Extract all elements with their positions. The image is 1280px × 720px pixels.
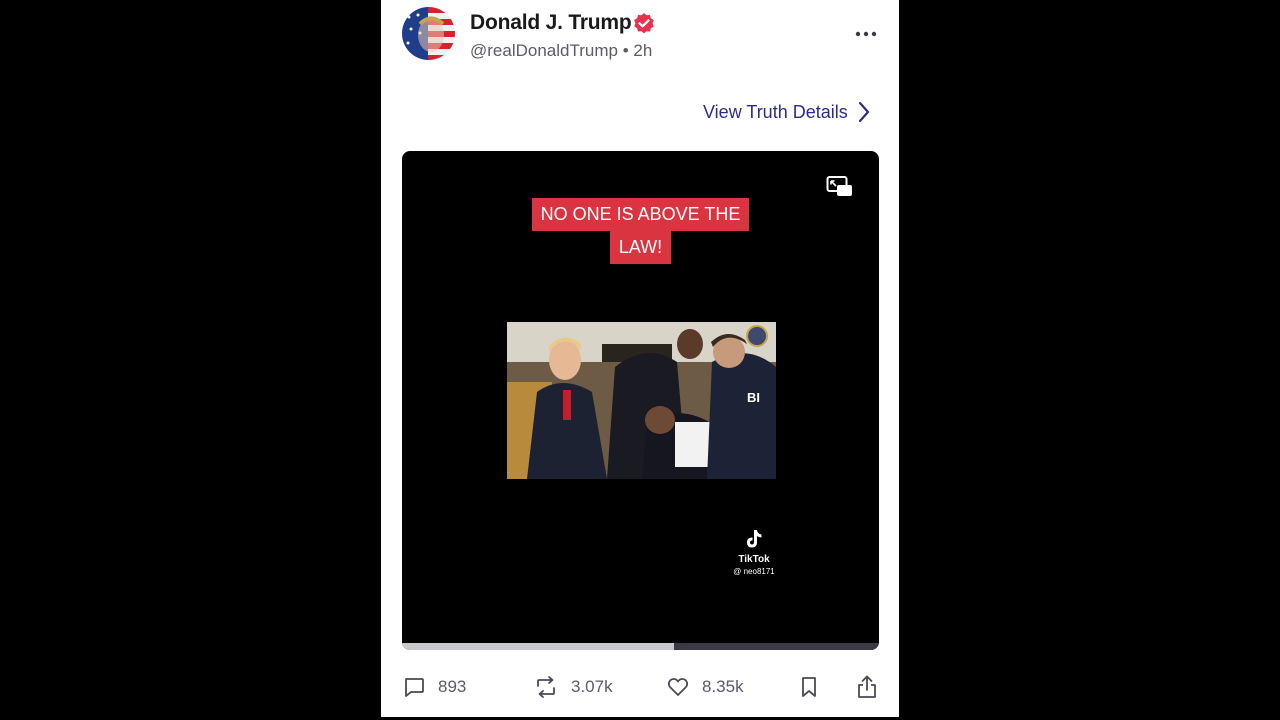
like-icon <box>667 678 689 696</box>
video-progress-bar[interactable] <box>402 643 879 650</box>
truth-post: Donald J. Trump @realDonaldTrump • 2h Vi… <box>381 0 899 717</box>
svg-text:BI: BI <box>747 390 760 405</box>
view-truth-details-label: View Truth Details <box>703 101 848 122</box>
author-avatar[interactable] <box>402 7 455 60</box>
video-progress-fill <box>402 643 674 650</box>
bookmark-button[interactable] <box>799 672 819 702</box>
video-caption: NO ONE IS ABOVE THE LAW! <box>402 198 879 264</box>
tiktok-label: TikTok <box>738 554 770 565</box>
tiktok-handle: @ neo8171 <box>733 567 775 576</box>
author-meta: @realDonaldTrump • 2h <box>470 41 652 61</box>
post-time: 2h <box>633 41 653 60</box>
author-name[interactable]: Donald J. Trump <box>470 11 632 35</box>
reply-count: 893 <box>438 677 467 696</box>
author-handle[interactable]: @realDonaldTrump <box>470 41 618 60</box>
video-frame: BI <box>507 322 776 479</box>
share-button[interactable] <box>856 672 878 702</box>
chevron-right-icon <box>858 101 869 123</box>
video-caption-line-2: LAW! <box>609 231 672 264</box>
tiktok-watermark: TikTok @ neo8171 <box>724 529 784 576</box>
post-actions: 893 3.07k 8.35k <box>402 672 882 702</box>
like-button[interactable]: 8.35k <box>666 672 744 702</box>
share-icon <box>858 675 876 698</box>
like-count: 8.35k <box>702 677 744 696</box>
reply-button[interactable]: 893 <box>402 672 466 702</box>
verified-badge-icon <box>634 13 654 34</box>
meta-separator: • <box>622 41 629 60</box>
bookmark-icon <box>802 677 816 697</box>
view-truth-details-link[interactable]: View Truth Details <box>703 100 870 124</box>
video-caption-line-1: NO ONE IS ABOVE THE <box>531 198 750 231</box>
tiktok-icon <box>747 530 762 548</box>
more-options-icon[interactable] <box>854 27 878 41</box>
video-player[interactable]: NO ONE IS ABOVE THE LAW! BI TikTok @ neo… <box>402 151 879 650</box>
retruth-count: 3.07k <box>571 677 613 696</box>
picture-in-picture-icon[interactable] <box>826 175 854 199</box>
retruth-button[interactable]: 3.07k <box>533 672 613 702</box>
reply-icon <box>405 678 424 697</box>
retruth-icon <box>537 676 555 698</box>
